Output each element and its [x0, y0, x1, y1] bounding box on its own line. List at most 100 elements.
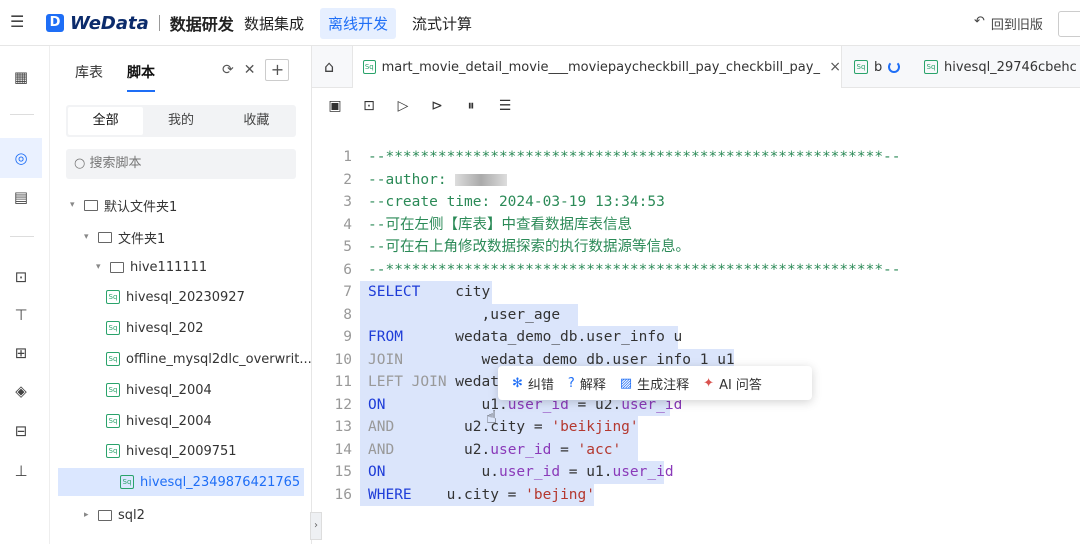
- logo-divider: [158, 15, 160, 31]
- code-line[interactable]: --create time: 2024-03-19 13:34:53: [368, 191, 665, 214]
- script-search-input[interactable]: ○ 搜索脚本: [66, 149, 296, 179]
- code-token: --可在右上角修改数据探索的执行数据源等信息。: [368, 239, 690, 255]
- data-explore-icon[interactable]: ◎: [0, 138, 42, 178]
- back-to-old-version-link[interactable]: ↶ 回到旧版: [974, 14, 1043, 33]
- tree-sql-file[interactable]: Sq hivesql_2004: [106, 376, 212, 404]
- code-token: SELECT: [368, 284, 421, 300]
- menu-label: AI 问答: [719, 377, 762, 393]
- close-tab-icon[interactable]: ×: [829, 59, 841, 75]
- refresh-icon[interactable]: ⟳: [222, 62, 234, 78]
- tree-sql-file[interactable]: Sq hivesql_2349876421765: [58, 468, 304, 496]
- run-icon[interactable]: ▷: [394, 98, 412, 114]
- script-panel: 库表 脚本 ⟳ ✕ + 全部 我的 收藏 ○ 搜索脚本 ▾ 默认文件夹1 ▾ 文件夹1…: [50, 46, 312, 544]
- line-number: 9: [343, 329, 352, 345]
- code-token: 'acc': [577, 441, 622, 458]
- editor-toolbar: ▣ ⊡ ▷ ⊳ ⏸ ☰: [312, 88, 1080, 124]
- segment-favorites[interactable]: 收藏: [219, 107, 294, 135]
- nav-offline-dev[interactable]: 离线开发: [320, 8, 397, 39]
- code-line[interactable]: --**************************************…: [368, 146, 901, 169]
- top-nav: 数据集成 离线开发 流式计算: [236, 8, 480, 39]
- question-icon: ?: [567, 375, 575, 391]
- search-icon: ○: [74, 156, 86, 171]
- menu-item-ai-qa[interactable]: ✦ AI 问答: [703, 374, 762, 393]
- sql-icon[interactable]: ⊡: [12, 268, 30, 286]
- sql-file-icon: Sq: [106, 352, 120, 366]
- code-line[interactable]: WHERE u.city = 'bejing': [368, 484, 595, 507]
- caret-down-icon[interactable]: ▾: [70, 200, 84, 210]
- caret-down-icon[interactable]: ▾: [84, 232, 98, 242]
- tree-folder[interactable]: ▾ 文件夹1: [84, 223, 165, 251]
- folder-icon: [98, 231, 112, 243]
- file-tab[interactable]: Sq hivesql_29746cbehc: [924, 46, 1080, 88]
- tree-sql-file[interactable]: Sq hivesql_20230927: [106, 283, 245, 311]
- code-line[interactable]: FROM wedata_demo_db.user_info u: [368, 326, 682, 349]
- tree-folder[interactable]: ▾ hive111111: [96, 253, 207, 281]
- code-token: AND: [368, 419, 395, 435]
- tree-folder[interactable]: ▸ sql2: [84, 501, 145, 529]
- code-token: --可在左侧【库表】中查看数据库表信息: [368, 216, 632, 233]
- menu-item-fix[interactable]: ✻ 纠错: [512, 374, 554, 393]
- stop-icon[interactable]: ⏸: [462, 98, 480, 114]
- doc-settings-icon[interactable]: ⊞: [12, 344, 30, 362]
- tree-folder[interactable]: ▾ 默认文件夹1: [70, 191, 177, 219]
- code-line[interactable]: AND u2.user_id = 'acc': [368, 439, 621, 462]
- run-selected-icon[interactable]: ⊳: [428, 98, 446, 114]
- tree-sql-file[interactable]: Sq hivesql_2004: [106, 407, 212, 435]
- collapse-all-icon[interactable]: ✕: [244, 62, 256, 78]
- code-line[interactable]: --可在右上角修改数据探索的执行数据源等信息。: [368, 236, 690, 259]
- trash-icon[interactable]: ⊥: [12, 462, 30, 480]
- line-number: 15: [334, 464, 352, 480]
- hamburger-menu-icon[interactable]: ☰: [10, 13, 28, 31]
- tab-tables[interactable]: 库表: [75, 62, 103, 92]
- menu-item-gen-comment[interactable]: ▨ 生成注释: [620, 374, 689, 393]
- format-icon[interactable]: ☰: [496, 98, 514, 114]
- code-token: --author:: [368, 171, 456, 188]
- code-token: city: [420, 284, 491, 300]
- save-icon[interactable]: ▣: [326, 98, 344, 114]
- dashboard-icon[interactable]: ▦: [12, 68, 30, 86]
- tree-sql-file[interactable]: Sq hivesql_202: [106, 314, 204, 342]
- code-token: WHERE: [368, 486, 412, 503]
- code-line[interactable]: LEFT JOIN wedat: [368, 371, 499, 394]
- file-tab-active[interactable]: Sq mart_movie_detail_movie___moviepayche…: [352, 46, 842, 88]
- code-token: wedata_demo_db.user_info u: [402, 329, 683, 345]
- file-tab-label: mart_movie_detail_movie___moviepaycheckb…: [381, 59, 822, 75]
- code-line[interactable]: --**************************************…: [368, 259, 901, 282]
- calendar-icon[interactable]: ▤: [12, 188, 30, 206]
- save-as-icon[interactable]: ⊡: [360, 98, 378, 114]
- code-line[interactable]: --可在左侧【库表】中查看数据库表信息: [368, 214, 632, 237]
- caret-right-icon[interactable]: ▸: [84, 510, 98, 520]
- panel-tabs: 库表 脚本: [75, 62, 155, 92]
- segment-mine[interactable]: 我的: [143, 107, 218, 135]
- line-number: 12: [334, 396, 352, 413]
- code-line[interactable]: ON u.user_id = u1.user_id: [368, 461, 674, 484]
- segment-all[interactable]: 全部: [68, 107, 144, 135]
- code-line[interactable]: SELECT city: [368, 281, 490, 304]
- report-icon[interactable]: ⊟: [12, 422, 30, 440]
- code-line[interactable]: AND u2.city = 'beikjing': [368, 416, 639, 439]
- brand-logo[interactable]: D WeData 数据研发: [46, 11, 234, 35]
- org-tree-icon[interactable]: ⊤: [12, 306, 30, 324]
- line-number: 16: [334, 486, 352, 503]
- code-line[interactable]: --author:: [368, 169, 508, 192]
- package-icon[interactable]: ◈: [12, 382, 30, 400]
- code-line[interactable]: ,user_age: [368, 304, 560, 327]
- code-token: ,user_age: [368, 306, 561, 323]
- menu-item-explain[interactable]: ? 解释: [568, 374, 606, 393]
- tab-scripts[interactable]: 脚本: [127, 62, 155, 92]
- add-script-button[interactable]: +: [265, 59, 290, 81]
- caret-down-icon[interactable]: ▾: [96, 262, 110, 272]
- comment-icon: ▨: [619, 375, 633, 391]
- code-token: user_id: [490, 441, 552, 458]
- nav-data-integration[interactable]: 数据集成: [236, 8, 312, 39]
- header-action-button[interactable]: [1058, 11, 1080, 37]
- line-number: 5: [343, 239, 352, 255]
- nav-stream-compute[interactable]: 流式计算: [404, 8, 480, 39]
- tree-sql-file[interactable]: Sq offline_mysql2dlc_overwrit...: [106, 345, 312, 373]
- panel-tools: ⟳ ✕ +: [222, 59, 290, 81]
- home-icon[interactable]: ⌂: [324, 57, 334, 76]
- sql-file-icon: Sq: [363, 60, 376, 74]
- file-tab[interactable]: Sq b: [854, 46, 901, 88]
- tree-sql-file[interactable]: Sq hivesql_2009751: [106, 437, 237, 465]
- sql-editor[interactable]: 1 --*************************************…: [312, 146, 1080, 544]
